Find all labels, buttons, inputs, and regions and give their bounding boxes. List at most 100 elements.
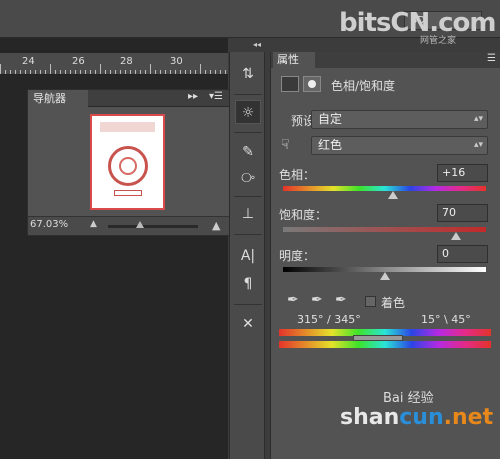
channel-value: 红色 (318, 138, 343, 152)
ruler-tick (95, 70, 96, 74)
colorize-label: 着色 (381, 296, 406, 310)
range-left-values: 315° / 345° (297, 313, 361, 326)
watermark-subtitle: 网管之家 (420, 36, 457, 46)
ruler-tick (165, 70, 166, 74)
zoom-slider-track[interactable] (108, 225, 198, 228)
panel-menu-icon[interactable]: ☰ (487, 53, 496, 64)
ruler-tick (220, 70, 221, 74)
ruler-tick (135, 70, 136, 74)
navigator-tab[interactable]: 导航器 (28, 90, 88, 107)
ruler-tick (115, 70, 116, 74)
ruler-tick (110, 70, 111, 74)
panel-menu-icon[interactable]: ▾☰ (209, 91, 223, 102)
zoom-in-icon[interactable]: ▲ (212, 219, 220, 232)
ruler-tick (15, 70, 16, 74)
navigator-panel: 导航器 ▸▸ ▾☰ 67.03% ▲ ▲ (27, 89, 232, 236)
ruler-tick (170, 70, 171, 74)
adjust-levels-icon[interactable]: ⇅ (235, 62, 261, 86)
navigator-header: 导航器 ▸▸ ▾☰ (28, 90, 231, 107)
thumbnail-text-block (100, 122, 155, 132)
site-watermark: shancun.net (340, 405, 493, 430)
ruler-tick (105, 70, 106, 74)
paragraph-icon[interactable]: ¶ (235, 272, 261, 296)
ruler-tick (195, 70, 196, 74)
ruler-tick (85, 70, 86, 74)
ruler-tick (25, 70, 26, 74)
ruler-tick (190, 70, 191, 74)
ruler-tick (35, 70, 36, 74)
panel-tool-strip: ◂◂ ⇅ ☼ ✎ ⧂ ⊥ A| ¶ ✕ (229, 40, 265, 459)
zoom-out-icon[interactable]: ▲ (90, 219, 97, 229)
collapse-icon[interactable]: ◂◂ (253, 40, 261, 49)
ruler-tick (200, 64, 201, 74)
lightness-input[interactable]: 0 (437, 245, 488, 263)
ruler-tick (75, 70, 76, 74)
ruler-tick (40, 70, 41, 74)
ruler-tick (100, 64, 101, 74)
ruler-tick (30, 70, 31, 74)
ruler-tick (90, 70, 91, 74)
eyedropper-minus-icon[interactable]: ✒ (335, 292, 347, 308)
zoom-value[interactable]: 67.03% (30, 219, 68, 230)
preset-select[interactable]: 自定 ▴▾ (311, 110, 488, 129)
channel-select[interactable]: 红色 ▴▾ (311, 136, 488, 155)
ruler-tick-label: 30 (170, 56, 183, 67)
slider-settings-icon[interactable]: ⧂ (235, 166, 261, 190)
ruler-tick (20, 70, 21, 74)
ruler-tick (210, 70, 211, 74)
mask-icon[interactable] (303, 76, 321, 92)
zoom-slider-handle[interactable] (136, 221, 144, 228)
ruler-tick (160, 70, 161, 74)
hue-range-selector[interactable] (353, 335, 403, 341)
sun-brightness-icon[interactable]: ☼ (235, 100, 261, 124)
ruler-tick-label: 24 (22, 56, 35, 67)
adjustment-layer-icon[interactable] (281, 76, 299, 92)
thumbnail-label-box (114, 190, 142, 196)
ruler-tick (0, 64, 1, 74)
watermark-part3: .net (443, 405, 494, 430)
properties-title-row: 色相/饱和度 (277, 74, 499, 96)
ruler-tick-label: 28 (120, 56, 133, 67)
ruler-tick (50, 64, 51, 74)
ruler-tick (55, 70, 56, 74)
colorize-checkbox[interactable] (365, 296, 376, 307)
double-chevron-icon[interactable]: ▸▸ (188, 91, 198, 102)
updown-arrow-icon: ▴▾ (473, 114, 483, 124)
ruler-tick (145, 70, 146, 74)
eyedropper-icon[interactable]: ✒ (287, 292, 299, 308)
properties-tab[interactable]: 属性 (273, 52, 315, 68)
ruler-tick (120, 70, 121, 74)
ruler-tick (175, 70, 176, 74)
brush-pin-icon[interactable]: ✎ (235, 140, 261, 164)
top-bar: 3D bitsCN.com 网管之家 (0, 0, 500, 46)
ruler-tick (150, 64, 151, 74)
ruler-tick (215, 70, 216, 74)
ruler-tick (80, 70, 81, 74)
watermark-part2: cun (399, 405, 444, 430)
ruler-tick (45, 70, 46, 74)
hue-slider-handle[interactable] (387, 191, 398, 199)
tools-cross-icon[interactable]: ✕ (235, 312, 261, 336)
hue-slider-track[interactable] (283, 186, 486, 191)
hue-range-bar-bottom[interactable] (279, 341, 491, 348)
saturation-input[interactable]: 70 (437, 204, 488, 222)
ruler-tick (5, 70, 6, 74)
ruler-tick (65, 70, 66, 74)
stamp-seal-image (108, 146, 148, 186)
lightness-label: 明度： (279, 249, 316, 263)
saturation-label: 饱和度： (279, 208, 328, 222)
hue-input[interactable]: +16 (437, 164, 488, 182)
horizontal-ruler[interactable]: 24 26 28 30 (0, 53, 228, 75)
properties-header: 属性 ☰ (271, 52, 500, 68)
watermark-part1: shan (340, 405, 400, 430)
ruler-tick-label: 26 (72, 56, 85, 67)
hand-target-icon[interactable]: ☟ (281, 137, 290, 153)
navigator-thumbnail[interactable] (90, 114, 165, 210)
text-a-icon[interactable]: A| (235, 244, 261, 268)
baidu-watermark: Bai 经验 (383, 391, 434, 406)
ruler-tick (130, 70, 131, 74)
eyedropper-plus-icon[interactable]: ✒ (311, 292, 323, 308)
stamp-tool-icon[interactable]: ⊥ (235, 202, 261, 226)
lightness-slider-handle[interactable] (379, 272, 390, 280)
saturation-slider-handle[interactable] (450, 232, 461, 240)
